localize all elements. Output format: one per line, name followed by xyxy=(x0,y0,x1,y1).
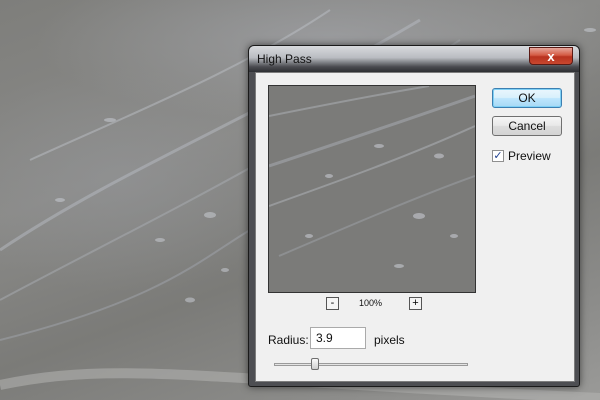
dialog-body: - 100% + OK Cancel ✓ Preview Radius: pix… xyxy=(255,72,575,382)
zoom-controls: - 100% + xyxy=(256,297,486,313)
ok-button[interactable]: OK xyxy=(492,88,562,108)
radius-label: Radius: xyxy=(268,333,309,347)
plus-icon: + xyxy=(412,297,419,309)
preview-option[interactable]: ✓ Preview xyxy=(492,149,572,165)
preview-texture xyxy=(269,86,475,292)
minus-icon: - xyxy=(330,297,335,309)
preview-label: Preview xyxy=(508,149,551,163)
radius-input[interactable] xyxy=(310,327,366,349)
close-button[interactable]: x xyxy=(529,47,573,65)
cancel-button[interactable]: Cancel xyxy=(492,116,562,136)
close-icon: x xyxy=(547,49,555,64)
radius-slider-thumb[interactable] xyxy=(310,358,319,370)
high-pass-dialog: High Pass x - 100% + OK Cancel ✓ Preview… xyxy=(248,45,580,387)
preview-checkbox[interactable]: ✓ xyxy=(492,150,504,162)
checkmark-icon: ✓ xyxy=(493,150,503,162)
filter-preview[interactable] xyxy=(268,85,476,293)
dialog-title: High Pass xyxy=(257,52,312,66)
title-bar[interactable]: High Pass x xyxy=(249,46,579,72)
radius-units: pixels xyxy=(374,333,405,347)
zoom-in-button[interactable]: + xyxy=(409,297,422,310)
zoom-out-button[interactable]: - xyxy=(326,297,339,310)
zoom-level: 100% xyxy=(359,298,383,308)
radius-slider-track[interactable] xyxy=(274,363,468,366)
